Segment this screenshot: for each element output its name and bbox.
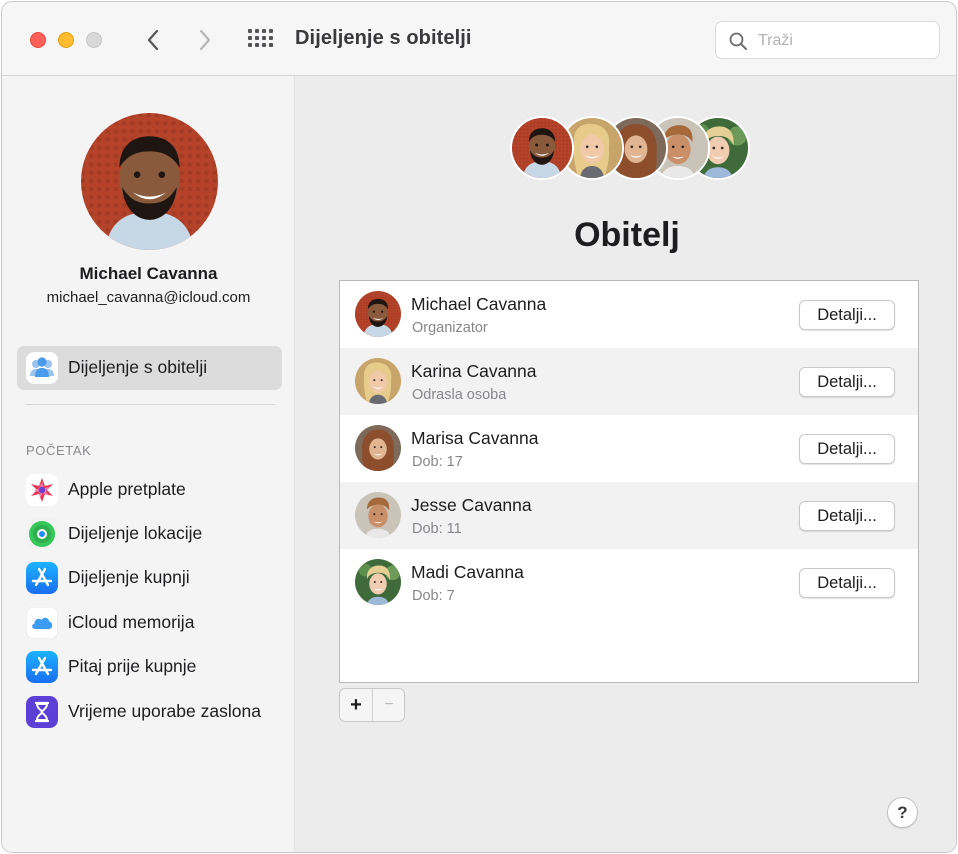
minimize-button[interactable] — [58, 32, 74, 48]
zoom-button[interactable] — [86, 32, 102, 48]
sidebar-divider — [26, 404, 275, 405]
remove-member-button[interactable]: − — [373, 689, 404, 721]
family-icon — [26, 352, 58, 384]
member-role: Odrasla osoba — [412, 387, 507, 403]
section-header: POČETAK — [26, 443, 92, 458]
avatar — [510, 116, 574, 180]
search-input[interactable] — [758, 29, 928, 53]
search-field[interactable] — [715, 21, 940, 59]
avatar — [355, 559, 401, 605]
system-preferences-window: Dijeljenje s obitelji Michael Cavanna mi… — [1, 1, 957, 853]
sidebar-item-family-sharing[interactable]: Dijeljenje s obitelji — [17, 346, 282, 390]
family-member-list: Michael Cavanna Organizator Detalji... K… — [339, 280, 919, 683]
profile-email: michael_cavanna@icloud.com — [46, 289, 251, 306]
details-button[interactable]: Detalji... — [799, 434, 895, 464]
member-name: Karina Cavanna — [411, 361, 537, 381]
grid-icon — [248, 29, 273, 47]
member-name: Jesse Cavanna — [411, 495, 532, 515]
details-button[interactable]: Detalji... — [799, 568, 895, 598]
main-content: Obitelj Michael Cavanna Organizator Deta… — [296, 76, 956, 852]
show-all-button[interactable] — [246, 27, 276, 53]
member-name: Michael Cavanna — [411, 294, 547, 314]
help-button[interactable]: ? — [887, 797, 918, 828]
add-remove-control: + − — [339, 688, 405, 722]
subscriptions-icon — [26, 474, 58, 506]
search-icon — [729, 32, 747, 50]
profile-avatar[interactable] — [81, 113, 218, 250]
sidebar-item-ask-to-buy[interactable]: Pitaj prije kupnje — [17, 647, 282, 687]
sidebar-item-purchase-sharing[interactable]: Dijeljenje kupnji — [17, 558, 282, 598]
sidebar-item-label: Apple pretplate — [68, 479, 186, 499]
sidebar-item-label: Pitaj prije kupnje — [68, 656, 197, 676]
close-button[interactable] — [30, 32, 46, 48]
sidebar-item-subscriptions[interactable]: Apple pretplate — [17, 470, 282, 510]
details-button[interactable]: Detalji... — [799, 300, 895, 330]
member-name: Marisa Cavanna — [411, 428, 539, 448]
member-name: Madi Cavanna — [411, 562, 524, 582]
page-title: Obitelj — [574, 216, 680, 254]
toolbar: Dijeljenje s obitelji — [2, 2, 956, 76]
details-button[interactable]: Detalji... — [799, 367, 895, 397]
app-store-icon — [26, 651, 58, 683]
app-store-icon — [26, 562, 58, 594]
window-title: Dijeljenje s obitelji — [295, 27, 472, 49]
sidebar-item-location-sharing[interactable]: Dijeljenje lokacije — [17, 514, 282, 554]
sidebar-item-screen-time[interactable]: Vrijeme uporabe zaslona — [17, 692, 282, 732]
list-item[interactable]: Jesse Cavanna Dob: 11 Detalji... — [340, 482, 918, 549]
list-item[interactable]: Madi Cavanna Dob: 7 Detalji... — [340, 549, 918, 616]
list-item[interactable]: Karina Cavanna Odrasla osoba Detalji... — [340, 348, 918, 415]
member-role: Dob: 17 — [412, 454, 463, 470]
details-button[interactable]: Detalji... — [799, 501, 895, 531]
sidebar-item-label: Dijeljenje lokacije — [68, 523, 203, 543]
find-my-icon — [26, 518, 58, 550]
avatar — [355, 492, 401, 538]
hourglass-icon — [26, 696, 58, 728]
avatar — [355, 358, 401, 404]
member-role: Dob: 11 — [412, 521, 462, 537]
add-member-button[interactable]: + — [340, 689, 372, 721]
chevron-right-icon — [199, 29, 211, 51]
chevron-left-icon — [147, 29, 159, 51]
icloud-icon — [26, 607, 58, 639]
sidebar: Michael Cavanna michael_cavanna@icloud.c… — [2, 76, 295, 852]
list-item[interactable]: Michael Cavanna Organizator Detalji... — [340, 281, 918, 348]
avatar — [355, 425, 401, 471]
member-role: Dob: 7 — [412, 588, 455, 604]
member-role: Organizator — [412, 320, 488, 336]
avatar — [355, 291, 401, 337]
forward-button[interactable] — [191, 24, 219, 56]
sidebar-item-label: Vrijeme uporabe zaslona — [68, 701, 261, 721]
sidebar-item-label: iCloud memorija — [68, 612, 195, 632]
list-item[interactable]: Marisa Cavanna Dob: 17 Detalji... — [340, 415, 918, 482]
sidebar-item-icloud-storage[interactable]: iCloud memorija — [17, 603, 282, 643]
sidebar-item-label: Dijeljenje kupnji — [68, 567, 190, 587]
back-button[interactable] — [139, 24, 167, 56]
sidebar-item-label: Dijeljenje s obitelji — [68, 357, 208, 377]
family-avatar-cluster — [510, 116, 750, 182]
profile-name: Michael Cavanna — [79, 264, 218, 283]
